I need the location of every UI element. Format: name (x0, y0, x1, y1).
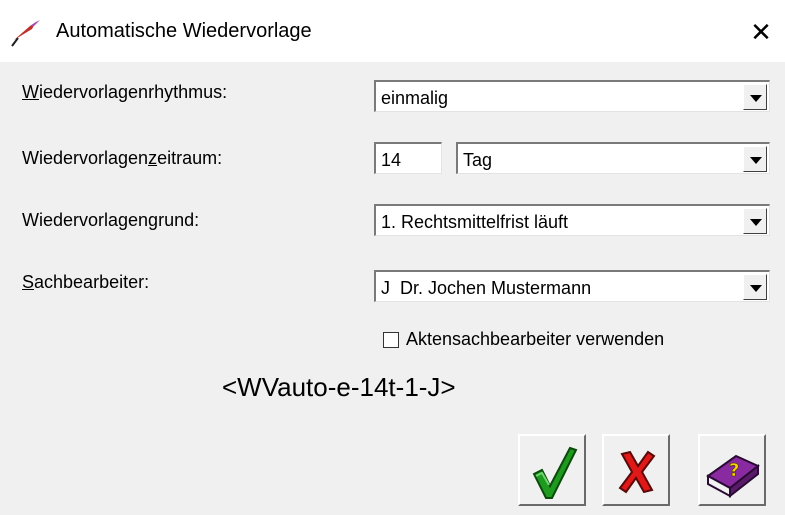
ok-button[interactable] (518, 434, 586, 506)
cross-icon (618, 450, 656, 494)
help-book-icon: ? (706, 454, 760, 499)
reason-value: 1. Rechtsmittelfrist läuft (381, 212, 569, 232)
chevron-down-icon (750, 157, 762, 164)
period-unit-value: Tag (463, 150, 493, 170)
period-amount-value: 14 (381, 150, 402, 170)
rhythm-dropdown[interactable]: einmalig (374, 80, 770, 112)
dialog-body: Wiedervorlagenrhythmus: einmalig Wiederv… (0, 62, 785, 515)
period-label: Wiedervorlagenzeitraum: (22, 148, 223, 168)
chevron-down-icon (750, 219, 762, 226)
use-file-clerk-checkbox[interactable] (383, 332, 399, 348)
clerk-label: Sachbearbeiter: (22, 272, 150, 292)
period-amount-input[interactable]: 14 (374, 142, 442, 174)
reason-label: Wiedervorlagengrund: (22, 210, 200, 230)
rhythm-label: Wiedervorlagenrhythmus: (22, 82, 228, 102)
close-button[interactable]: ✕ (740, 12, 782, 52)
reason-dropdown[interactable]: 1. Rechtsmittelfrist läuft (374, 204, 770, 236)
checkmark-icon (532, 446, 578, 499)
clerk-dropdown-button[interactable] (743, 274, 767, 300)
window-title: Automatische Wiedervorlage (56, 20, 312, 42)
cancel-button[interactable] (602, 434, 670, 506)
chevron-down-icon (750, 285, 762, 292)
rhythm-value: einmalig (381, 88, 449, 108)
svg-text:?: ? (729, 460, 739, 481)
clerk-value: J Dr. Jochen Mustermann (381, 278, 592, 298)
rhythm-dropdown-button[interactable] (743, 84, 767, 110)
chevron-down-icon (750, 95, 762, 102)
period-unit-dropdown[interactable]: Tag (456, 142, 770, 174)
period-unit-dropdown-button[interactable] (743, 146, 767, 172)
reason-dropdown-button[interactable] (743, 208, 767, 234)
quill-pen-icon (11, 20, 40, 47)
wv-code-text: <WVauto-e-14t-1-J> (222, 372, 456, 402)
use-file-clerk-label[interactable]: Aktensachbearbeiter verwenden (406, 329, 664, 350)
help-button[interactable]: ? (698, 434, 766, 506)
clerk-dropdown[interactable]: J Dr. Jochen Mustermann (374, 270, 770, 302)
title-bar: Automatische Wiedervorlage ✕ (0, 0, 785, 62)
